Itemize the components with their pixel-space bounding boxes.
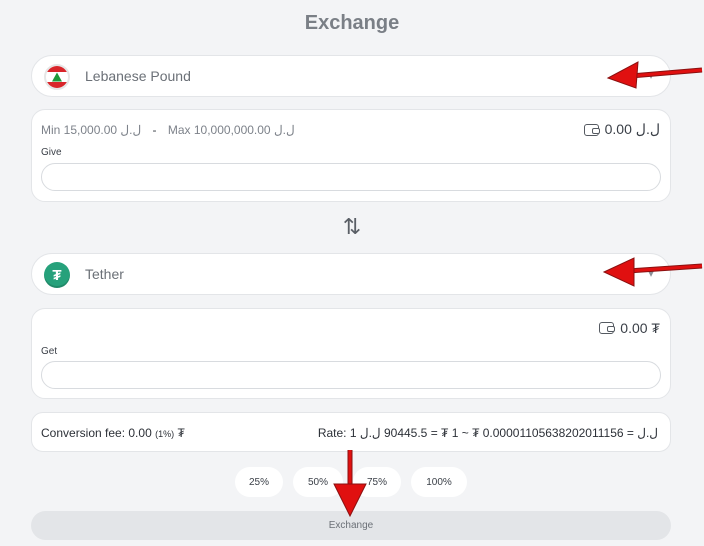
page-title: Exchange xyxy=(304,12,400,34)
wallet-icon xyxy=(599,322,616,334)
conversion-fee: Conversion fee: 0.00 (1%) ₮ xyxy=(41,426,185,440)
exchange-rate: Rate: 1 ل.ل = 0.00001105638202011156 ₮ ~… xyxy=(317,426,658,440)
give-label: Give xyxy=(41,147,62,158)
get-balance-value: 0.00 ₮ xyxy=(620,320,660,336)
get-amount-input[interactable] xyxy=(41,361,661,389)
max-limit: Max 10,000,000.00 ل.ل xyxy=(167,123,295,137)
percent-100-button[interactable]: 100% xyxy=(411,467,467,497)
get-label: Get xyxy=(41,346,58,357)
annotation-arrow xyxy=(602,257,703,287)
swap-icon[interactable]: ⇅ xyxy=(340,214,364,240)
give-amount-input[interactable] xyxy=(41,163,661,191)
tether-icon: ₮ xyxy=(44,262,70,288)
wallet-icon xyxy=(583,123,600,136)
min-limit: Min 15,000.00 ل.ل xyxy=(41,123,142,137)
get-currency-select[interactable]: ₮ Tether ▾ xyxy=(31,253,671,295)
conversion-info-card: Conversion fee: 0.00 (1%) ₮ Rate: 1 ل.ل … xyxy=(31,412,671,452)
annotation-arrow xyxy=(333,450,367,518)
percent-25-button[interactable]: 25% xyxy=(235,467,283,497)
give-currency-select[interactable]: Lebanese Pound ▾ xyxy=(31,55,671,97)
lebanon-flag-icon xyxy=(44,64,70,90)
fee-value: Conversion fee: 0.00 xyxy=(41,426,152,440)
get-amount-card: 0.00 ₮ Get xyxy=(31,308,671,399)
limit-separator: - xyxy=(152,123,157,137)
give-currency-name: Lebanese Pound xyxy=(85,68,191,84)
get-currency-name: Tether xyxy=(85,266,124,282)
fee-unit: ₮ xyxy=(177,426,185,440)
give-balance: 0.00 ل.ل xyxy=(583,121,660,138)
annotation-arrow xyxy=(606,61,703,89)
give-balance-value: 0.00 ل.ل xyxy=(604,121,660,137)
get-balance: 0.00 ₮ xyxy=(599,320,660,336)
give-limits: Min 15,000.00 ل.ل - Max 10,000,000.00 ل.… xyxy=(41,123,295,137)
give-amount-card: Min 15,000.00 ل.ل - Max 10,000,000.00 ل.… xyxy=(31,109,671,202)
fee-percent: (1%) xyxy=(155,429,175,439)
